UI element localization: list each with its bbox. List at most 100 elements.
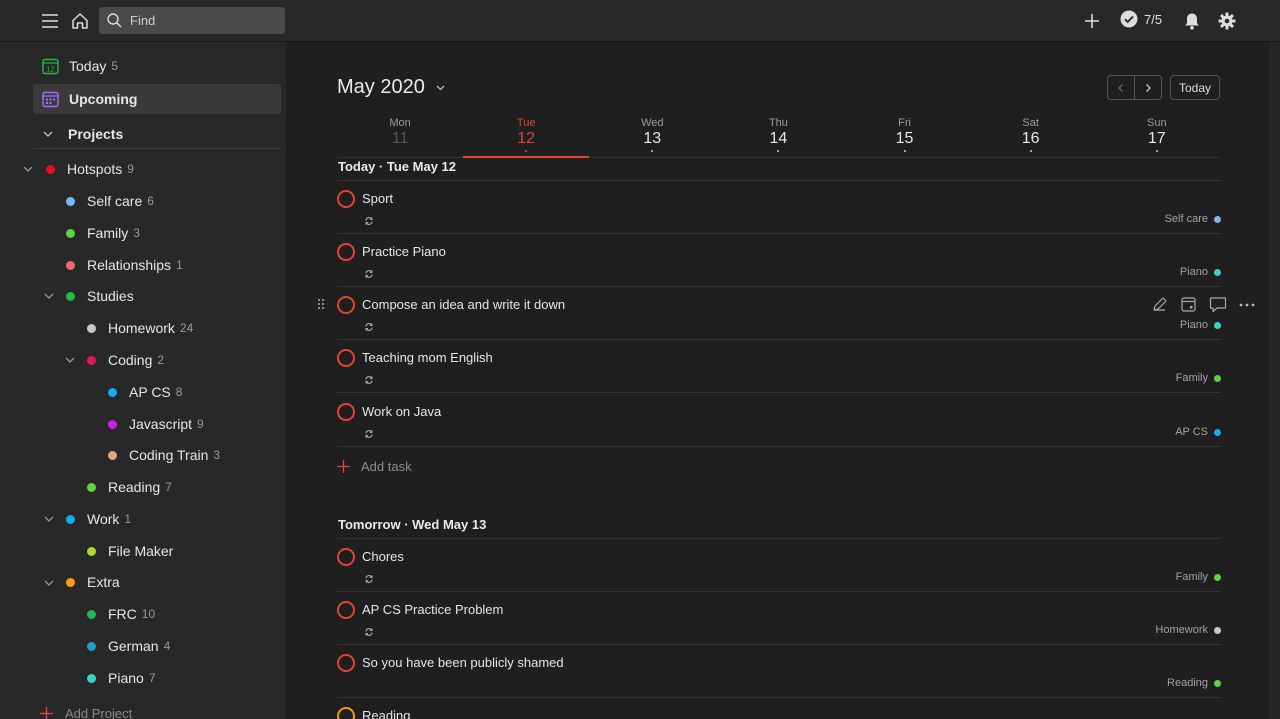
day-tue[interactable]: Tue 12: [463, 116, 590, 158]
task-checkbox[interactable]: [337, 601, 355, 619]
task-item[interactable]: Work on Java AP CS: [337, 394, 1221, 447]
next-week-button[interactable]: [1134, 76, 1161, 99]
bell-icon[interactable]: [1180, 9, 1204, 33]
today-button[interactable]: Today: [1170, 75, 1220, 100]
task-checkbox[interactable]: [337, 243, 355, 261]
project-item-ap-cs[interactable]: AP CS 8: [108, 381, 182, 403]
task-project-tag[interactable]: Homework: [1155, 624, 1221, 636]
scrollbar[interactable]: [1270, 42, 1280, 719]
task-item[interactable]: AP CS Practice Problem Homework: [337, 592, 1221, 645]
task-checkbox[interactable]: [337, 403, 355, 421]
recurring-icon: [364, 572, 374, 587]
section-title: Today · Tue May 12: [338, 159, 456, 174]
menu-icon[interactable]: [38, 9, 62, 33]
project-color-dot: [87, 482, 96, 492]
project-item-file-maker[interactable]: File Maker: [87, 540, 178, 562]
project-item-javascript[interactable]: Javascript 9: [108, 413, 204, 435]
task-checkbox[interactable]: [337, 654, 355, 672]
task-checkbox[interactable]: [337, 548, 355, 566]
project-color-dot: [87, 673, 96, 683]
recurring-icon: [364, 625, 374, 640]
project-item-family[interactable]: Family 3: [66, 222, 140, 244]
day-date: 12: [517, 130, 536, 147]
task-item[interactable]: Chores Family: [337, 539, 1221, 592]
task-item[interactable]: Teaching mom English Family: [337, 340, 1221, 393]
task-project-tag[interactable]: Piano: [1180, 266, 1221, 278]
task-checkbox[interactable]: [337, 349, 355, 367]
section-title: Tomorrow · Wed May 13: [338, 517, 487, 532]
add-project-button[interactable]: Add Project: [40, 706, 132, 719]
previous-week-button[interactable]: [1108, 76, 1134, 99]
project-item-piano[interactable]: Piano 7: [87, 667, 156, 689]
nav-today[interactable]: 12 Today 5: [33, 51, 281, 81]
task-project-tag[interactable]: Piano: [1180, 319, 1221, 331]
chevron-down-icon[interactable]: [22, 163, 34, 175]
project-count: 10: [141, 607, 156, 621]
project-name: Coding: [108, 352, 153, 368]
task-item[interactable]: So you have been publicly shamed Reading: [337, 645, 1221, 698]
chevron-down-icon[interactable]: [43, 290, 55, 302]
home-icon[interactable]: [68, 9, 92, 33]
task-project-tag[interactable]: Family: [1176, 372, 1221, 384]
project-item-german[interactable]: German 4: [87, 635, 170, 657]
project-name: FRC: [108, 606, 137, 622]
task-project-tag[interactable]: Self care: [1165, 213, 1221, 225]
search-input[interactable]: [130, 13, 280, 28]
edit-pencil-icon[interactable]: [1151, 296, 1168, 313]
project-count: 8: [175, 385, 183, 399]
add-task-icon[interactable]: [1080, 9, 1104, 33]
task-checkbox[interactable]: [337, 296, 355, 314]
project-item-coding-train[interactable]: Coding Train 3: [108, 444, 220, 466]
drag-handle-icon[interactable]: [317, 298, 325, 313]
project-item-hotspots[interactable]: Hotspots 9: [46, 158, 134, 180]
task-checkbox[interactable]: [337, 190, 355, 208]
projects-header[interactable]: Projects: [33, 119, 281, 149]
chevron-left-icon: [1116, 83, 1126, 93]
task-item[interactable]: Practice Piano Piano: [337, 234, 1221, 287]
task-item[interactable]: Reading: [337, 698, 1221, 719]
project-item-self-care[interactable]: Self care 6: [66, 190, 154, 212]
gear-icon[interactable]: [1215, 9, 1239, 33]
task-project-tag[interactable]: Reading: [1167, 677, 1221, 689]
day-wed[interactable]: Wed 13: [589, 116, 715, 157]
day-sun[interactable]: Sun 17: [1094, 116, 1220, 157]
project-item-reading[interactable]: Reading 7: [87, 476, 172, 498]
add-task-button[interactable]: Add task: [337, 459, 412, 474]
task-project-tag[interactable]: AP CS: [1175, 426, 1221, 438]
day-name: Thu: [768, 117, 788, 129]
task-item[interactable]: Compose an idea and write it down Piano: [317, 287, 1255, 340]
project-name: AP CS: [129, 384, 171, 400]
task-item[interactable]: Sport Self care: [337, 181, 1221, 234]
chevron-down-icon[interactable]: [43, 577, 55, 589]
project-item-studies[interactable]: Studies: [66, 285, 139, 307]
day-mon[interactable]: Mon 11: [337, 116, 463, 157]
day-sat[interactable]: Sat 16: [968, 116, 1094, 157]
month-picker[interactable]: May 2020: [337, 76, 446, 99]
project-item-frc[interactable]: FRC 10: [87, 603, 155, 625]
project-count: 9: [127, 162, 134, 176]
project-color-dot: [87, 355, 96, 365]
task-title: Teaching mom English: [362, 350, 493, 365]
task-checkbox[interactable]: [337, 707, 355, 719]
nav-upcoming[interactable]: Upcoming: [33, 84, 281, 114]
task-project-tag[interactable]: Family: [1176, 571, 1221, 583]
comment-icon[interactable]: [1209, 296, 1227, 313]
karma-productivity[interactable]: 7/5: [1120, 10, 1162, 28]
search-box[interactable]: [99, 7, 285, 34]
day-fri[interactable]: Fri 15: [842, 116, 968, 157]
project-item-work[interactable]: Work 1: [66, 508, 131, 530]
task-title: AP CS Practice Problem: [362, 602, 504, 617]
chevron-down-icon[interactable]: [43, 513, 55, 525]
day-thu[interactable]: Thu 14: [715, 116, 841, 157]
project-item-coding[interactable]: Coding 2: [87, 349, 164, 371]
project-color-dot: [108, 387, 117, 397]
more-options-icon[interactable]: [1239, 303, 1255, 307]
day-date: 13: [643, 130, 662, 147]
recurring-icon: [364, 320, 374, 335]
add-project-label: Add Project: [65, 706, 133, 719]
chevron-down-icon[interactable]: [64, 354, 76, 366]
project-item-relationships[interactable]: Relationships 1: [66, 254, 183, 276]
project-item-extra[interactable]: Extra: [66, 571, 125, 593]
schedule-calendar-icon[interactable]: [1180, 296, 1197, 313]
project-item-homework[interactable]: Homework 24: [87, 317, 193, 339]
